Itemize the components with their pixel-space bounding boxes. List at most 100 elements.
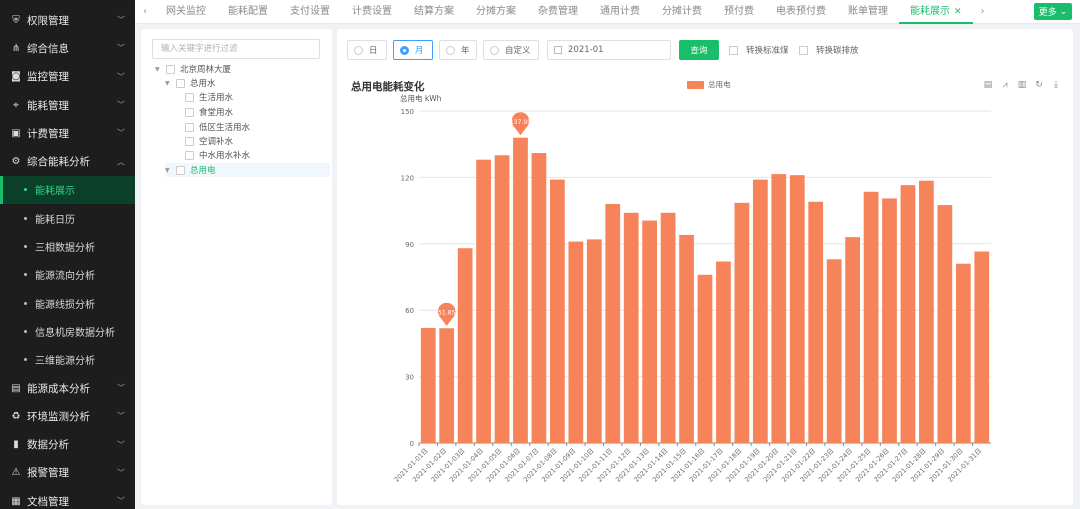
bar bbox=[919, 180, 934, 443]
sidebar-subitem[interactable]: 能耗展示 bbox=[0, 175, 135, 205]
bar bbox=[660, 212, 676, 443]
tree-node-label: 中水用水补水 bbox=[199, 151, 251, 161]
sidebar-item[interactable]: ⌖ 能耗管理 ﹀ bbox=[0, 91, 135, 119]
chart-panel: 2021-01 查询 转换标准煤 转换碳排放 总用电能耗变化 总用电 ▤ ⩘ ▥… bbox=[337, 29, 1073, 505]
sidebar-item[interactable]: ◙ 监控管理 ﹀ bbox=[0, 63, 135, 91]
bar bbox=[697, 274, 713, 443]
tree-node[interactable]: 中水用水补水 bbox=[185, 148, 250, 162]
tree-node[interactable]: ▼ 总用电 bbox=[165, 163, 330, 177]
sidebar-subitem-label: 能源线损分析 bbox=[35, 299, 95, 311]
bar bbox=[494, 155, 510, 443]
sidebar-item[interactable]: ⚠ 报警管理 ﹀ bbox=[0, 459, 135, 487]
tab[interactable]: 账单管理 bbox=[837, 0, 899, 24]
bar bbox=[752, 179, 768, 443]
tree-node-label: 总用水 bbox=[190, 79, 216, 89]
radio-label: 自定义 bbox=[505, 46, 531, 56]
tab[interactable]: 结算方案 bbox=[403, 0, 465, 24]
tab[interactable]: 能耗展示 ✕ bbox=[899, 0, 973, 24]
tab-label: 能耗展示 bbox=[910, 5, 950, 17]
sidebar-item-label: 环境监测分析 bbox=[27, 410, 90, 423]
sidebar-item[interactable]: ♻ 环境监测分析 ﹀ bbox=[0, 402, 135, 430]
bar bbox=[771, 174, 787, 443]
bar-chart-icon: ▮ bbox=[13, 439, 19, 451]
caret-icon[interactable]: ▼ bbox=[155, 66, 163, 73]
monitor-icon: ◙ bbox=[11, 71, 21, 83]
bar bbox=[605, 203, 621, 443]
chevron-down-icon: ﹀ bbox=[117, 496, 125, 506]
sidebar-item[interactable]: ▤ 能源成本分析 ﹀ bbox=[0, 374, 135, 402]
sidebar-item[interactable]: ▮ 数据分析 ﹀ bbox=[0, 430, 135, 458]
sidebar-subitem[interactable]: 三相数据分析 bbox=[0, 232, 135, 260]
sidebar-subitem-label: 三相数据分析 bbox=[35, 243, 95, 255]
sidebar-item-label: 数据分析 bbox=[27, 439, 69, 452]
period-radio[interactable]: 自定义 bbox=[483, 40, 539, 60]
tree-checkbox[interactable] bbox=[185, 122, 194, 132]
tree-checkbox[interactable] bbox=[185, 92, 194, 102]
bar bbox=[900, 185, 916, 443]
bullet-icon bbox=[24, 273, 27, 277]
bar bbox=[808, 201, 824, 443]
tree-checkbox[interactable] bbox=[185, 150, 194, 160]
tree-node[interactable]: 低区生活用水 bbox=[185, 120, 250, 134]
tree-checkbox[interactable] bbox=[176, 165, 185, 175]
sidebar-subitem[interactable]: 三维能源分析 bbox=[0, 346, 135, 374]
sidebar-item-label: 综合信息 bbox=[27, 42, 69, 55]
bar bbox=[826, 259, 842, 443]
alarm-icon: ⚠ bbox=[11, 467, 21, 479]
sidebar-subitem-label: 能源流向分析 bbox=[35, 271, 95, 283]
tab[interactable]: 通用计费 bbox=[589, 0, 651, 24]
y-tick-label: 150 bbox=[401, 108, 414, 116]
tab-bar: ‹ 网关监控 能耗配置 支付设置 计费设置 结算方案 分摊方案 杂费管理 通用计费 分摊计费 预付… bbox=[135, 0, 1080, 24]
tree-search-input[interactable]: 输入关键字进行过滤 bbox=[152, 39, 320, 59]
document-icon: ▦ bbox=[11, 495, 21, 507]
tab[interactable]: 能耗配置 bbox=[217, 0, 279, 24]
tab-scroll-right-icon[interactable]: › bbox=[973, 6, 993, 17]
close-icon[interactable]: ✕ bbox=[954, 7, 962, 17]
tree-node[interactable]: ▼ 北京周林大厦 bbox=[155, 62, 231, 76]
tree-node[interactable]: 生活用水 bbox=[185, 90, 233, 104]
tab-label: 账单管理 bbox=[848, 5, 888, 17]
tab[interactable]: 电表预付费 bbox=[765, 0, 837, 24]
sidebar-subitem[interactable]: 能源线损分析 bbox=[0, 289, 135, 317]
tab-scroll-left-icon[interactable]: ‹ bbox=[135, 6, 155, 17]
bar bbox=[476, 159, 491, 443]
chevron-up-icon: ︿ bbox=[117, 157, 125, 167]
sidebar-subitem[interactable]: 能耗日历 bbox=[0, 204, 135, 232]
more-button[interactable]: 更多 ⌄ bbox=[1034, 3, 1072, 20]
tab[interactable]: 计费设置 bbox=[341, 0, 403, 24]
tab[interactable]: 支付设置 bbox=[279, 0, 341, 24]
sidebar-item[interactable]: ⋔ 综合信息 ﹀ bbox=[0, 34, 135, 62]
sidebar-item-label: 计费管理 bbox=[27, 127, 69, 140]
tree-checkbox[interactable] bbox=[166, 64, 175, 74]
sidebar-subitem[interactable]: 能源流向分析 bbox=[0, 261, 135, 289]
tab[interactable]: 预付费 bbox=[713, 0, 765, 24]
caret-icon[interactable]: ▼ bbox=[165, 80, 173, 87]
tree-checkbox[interactable] bbox=[176, 78, 185, 88]
tab[interactable]: 分摊方案 bbox=[465, 0, 527, 24]
sidebar-subitem[interactable]: 信息机房数据分析 bbox=[0, 317, 135, 345]
chevron-down-icon: ﹀ bbox=[117, 383, 125, 393]
tab[interactable]: 网关监控 bbox=[155, 0, 217, 24]
tree-node[interactable]: 空调补水 bbox=[185, 134, 233, 148]
period-radio[interactable]: 日 bbox=[347, 40, 387, 60]
radio-icon bbox=[446, 45, 455, 55]
sidebar-item[interactable]: ▣ 计费管理 ﹀ bbox=[0, 119, 135, 147]
tree-node[interactable]: 食堂用水 bbox=[185, 105, 233, 119]
sidebar-item-label: 权限管理 bbox=[27, 14, 69, 27]
tree-node[interactable]: ▼ 总用水 bbox=[165, 76, 216, 90]
period-radio[interactable]: 年 bbox=[439, 40, 477, 60]
tab[interactable]: 分摊计费 bbox=[651, 0, 713, 24]
period-radio[interactable]: 月 bbox=[393, 40, 433, 60]
sidebar-item[interactable]: ⛨ 权限管理 ﹀ bbox=[0, 6, 135, 34]
bar bbox=[974, 251, 990, 443]
sidebar-subitem-label: 信息机房数据分析 bbox=[35, 327, 115, 339]
sidebar-item[interactable]: ⚙ 综合能耗分析 ︿ bbox=[0, 147, 135, 175]
sidebar-item[interactable]: ▦ 文档管理 ﹀ bbox=[0, 487, 135, 509]
tree-checkbox[interactable] bbox=[185, 136, 194, 146]
caret-icon[interactable]: ▼ bbox=[165, 167, 173, 174]
sidebar-item-label: 文档管理 bbox=[27, 495, 69, 508]
tree-checkbox[interactable] bbox=[185, 107, 194, 117]
tab[interactable]: 杂费管理 bbox=[527, 0, 589, 24]
chevron-down-icon: ﹀ bbox=[117, 43, 125, 53]
billing-icon: ▣ bbox=[11, 127, 21, 139]
